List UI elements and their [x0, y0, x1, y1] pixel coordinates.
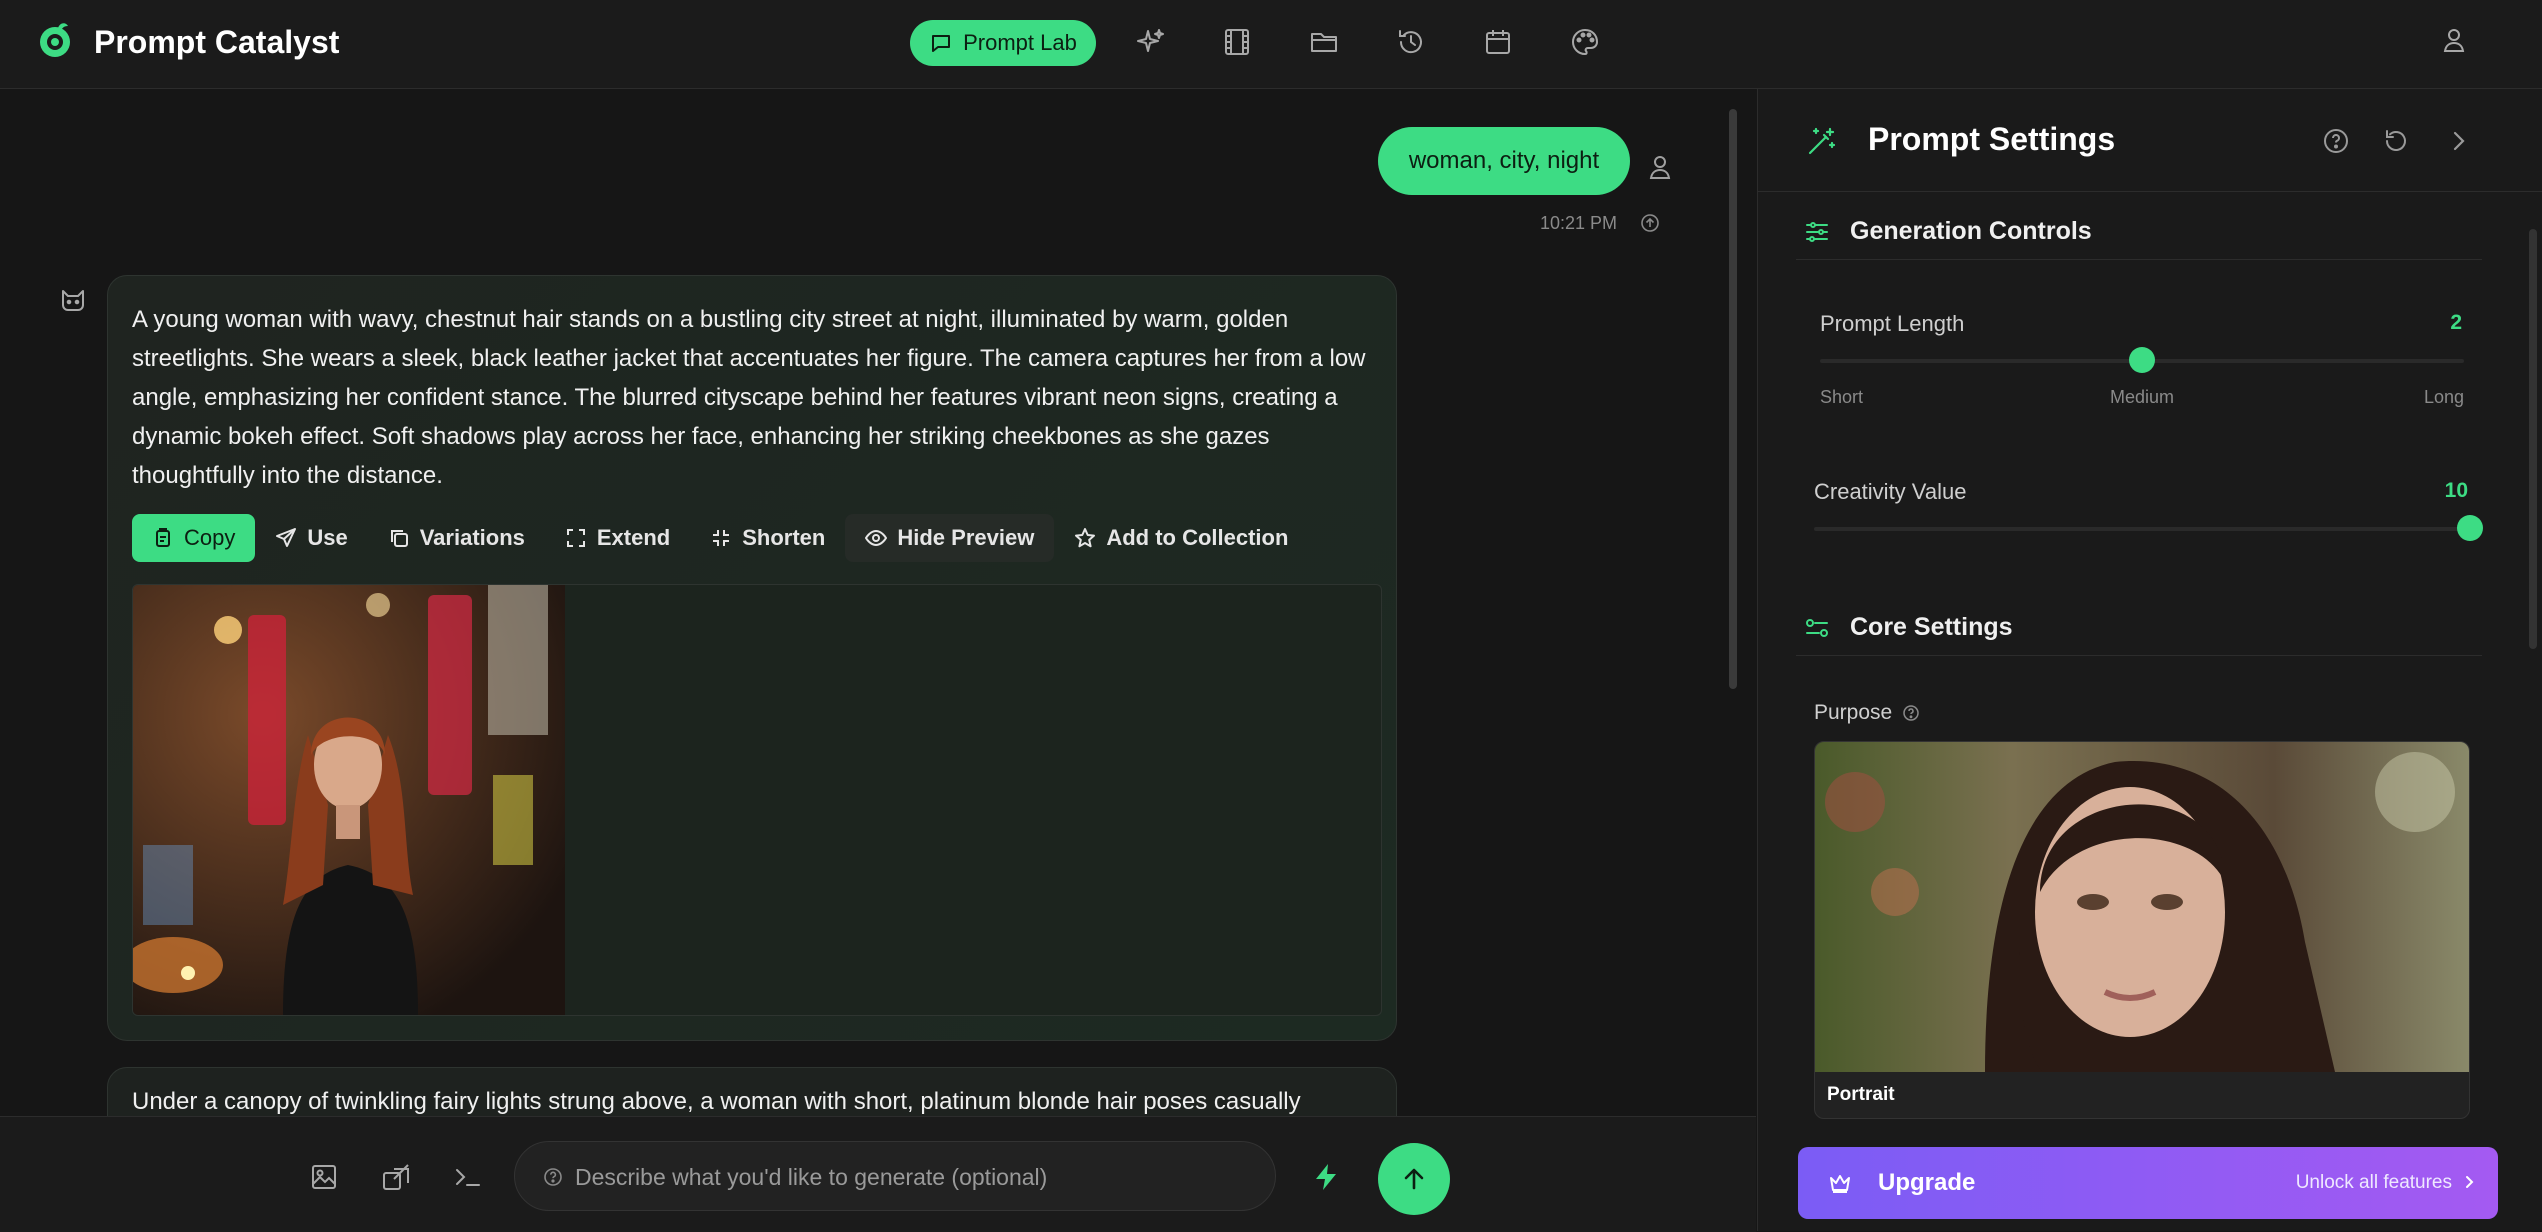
prompt-length-tick-long: Long: [2423, 387, 2464, 407]
shrink-icon: [710, 527, 732, 549]
upgrade-label: Upgrade: [1878, 1169, 1976, 1196]
eye-icon: [865, 527, 888, 549]
purpose-option-card[interactable]: Portrait: [1814, 741, 2470, 1119]
copy-button[interactable]: Copy: [132, 514, 256, 562]
portrait-thumbnail: [1815, 742, 2469, 1072]
variations-button[interactable]: Variations: [368, 514, 545, 562]
chevron-right-icon[interactable]: [2444, 127, 2472, 155]
core-settings-title: Core Settings: [1850, 613, 2013, 641]
user-icon[interactable]: [2438, 24, 2470, 56]
chevron-right-icon: [2460, 1173, 2478, 1191]
info-icon[interactable]: [1902, 704, 1920, 722]
clipboard-icon: [152, 527, 174, 549]
generated-image[interactable]: [133, 585, 565, 1015]
prompt-settings-panel: Prompt Settings Generation Controls Prom…: [1757, 89, 2542, 1231]
hide-preview-label: Hide Preview: [897, 525, 1035, 550]
sparkles-icon[interactable]: [1134, 26, 1166, 58]
creativity-value: 10: [2444, 479, 2468, 502]
expand-icon: [565, 527, 587, 549]
core-settings-header[interactable]: Core Settings: [1796, 603, 2482, 656]
folder-icon[interactable]: [1308, 26, 1340, 58]
purpose-option-label: Portrait: [1827, 1084, 1895, 1105]
extend-label: Extend: [596, 525, 671, 550]
add-to-collection-button[interactable]: Add to Collection: [1054, 514, 1308, 562]
star-icon: [1074, 527, 1096, 549]
arrow-up-circle-icon[interactable]: [1640, 213, 1660, 233]
purpose-label: Purpose: [1814, 701, 1920, 725]
user-avatar-icon: [1644, 151, 1676, 183]
user-message-bubble: woman, city, night: [1378, 127, 1630, 195]
arrow-up-icon: [1400, 1165, 1428, 1193]
message-timestamp: 10:21 PM: [1540, 213, 1618, 233]
sliders-icon: [1804, 219, 1830, 245]
app-title: Prompt Catalyst: [94, 24, 340, 60]
upgrade-button[interactable]: Upgrade Unlock all features: [1798, 1147, 2498, 1219]
composer-bar: [0, 1116, 1756, 1232]
response-actions: Copy Use Variations Extend Shorten Hide …: [132, 514, 1308, 562]
history-icon[interactable]: [1395, 26, 1427, 58]
prompt-length-label: Prompt Length: [1820, 311, 1965, 336]
send-icon: [275, 527, 297, 549]
copy-stack-icon: [388, 527, 410, 549]
image-upload-icon[interactable]: [309, 1161, 341, 1193]
crown-icon: [1828, 1171, 1852, 1195]
share-box-icon[interactable]: [380, 1161, 412, 1193]
variations-label: Variations: [419, 525, 525, 550]
panel-header: Prompt Settings: [1758, 89, 2542, 192]
hide-preview-button[interactable]: Hide Preview: [845, 514, 1055, 562]
reset-icon[interactable]: [2382, 127, 2410, 155]
nav-prompt-lab-label: Prompt Lab: [963, 30, 1077, 55]
extend-button[interactable]: Extend: [545, 514, 690, 562]
prompt-length-tick-short: Short: [1820, 387, 1864, 407]
help-circle-icon: [543, 1167, 563, 1187]
panel-scrollbar[interactable]: [2529, 229, 2537, 649]
chat-scrollbar[interactable]: [1729, 109, 1737, 689]
creativity-track[interactable]: [1814, 527, 2470, 531]
response-card: A young woman with wavy, chestnut hair s…: [107, 275, 1397, 1041]
generation-controls-header[interactable]: Generation Controls: [1796, 207, 2482, 260]
bot-avatar-icon: [58, 285, 88, 315]
creativity-label: Creativity Value: [1814, 479, 1967, 504]
shorten-label: Shorten: [742, 525, 826, 550]
use-label: Use: [307, 525, 348, 550]
calendar-icon[interactable]: [1482, 26, 1514, 58]
response-text: A young woman with wavy, chestnut hair s…: [132, 306, 1366, 489]
generation-controls-title: Generation Controls: [1850, 217, 2092, 245]
image-preview: [132, 584, 1382, 1016]
add-to-collection-label: Add to Collection: [1106, 525, 1289, 550]
app-logo-icon[interactable]: [36, 20, 76, 60]
terminal-icon[interactable]: [452, 1161, 484, 1193]
purpose-label-text: Purpose: [1814, 701, 1893, 724]
upgrade-sub-label: Unlock all features: [2295, 1172, 2452, 1193]
copy-label: Copy: [184, 525, 236, 550]
panel-title: Prompt Settings: [1868, 121, 2116, 157]
prompt-length-tick-medium: Medium: [2109, 387, 2175, 407]
nav-prompt-lab[interactable]: Prompt Lab: [910, 20, 1096, 66]
film-icon[interactable]: [1221, 26, 1253, 58]
response-card-2: Under a canopy of twinkling fairy lights…: [107, 1067, 1397, 1116]
settings-toggle-icon: [1804, 615, 1830, 641]
magic-wand-icon: [1806, 125, 1838, 157]
send-button[interactable]: [1378, 1143, 1450, 1215]
use-button[interactable]: Use: [255, 514, 367, 562]
lightning-icon[interactable]: [1310, 1161, 1342, 1193]
chat-area[interactable]: woman, city, night 10:21 PM A young woma…: [0, 89, 1756, 1116]
palette-icon[interactable]: [1569, 26, 1601, 58]
top-bar: Prompt Catalyst Prompt Lab: [0, 0, 2542, 89]
shorten-button[interactable]: Shorten: [690, 514, 845, 562]
creativity-slider-handle[interactable]: [2457, 515, 2483, 541]
response-text-2: Under a canopy of twinkling fairy lights…: [132, 1088, 1301, 1115]
help-icon[interactable]: [2322, 127, 2350, 155]
prompt-input-box: [514, 1141, 1276, 1212]
prompt-input[interactable]: [573, 1142, 1267, 1212]
chat-bubble-icon: [929, 31, 953, 55]
prompt-length-value: 2: [2450, 311, 2462, 334]
prompt-length-slider-handle[interactable]: [2129, 347, 2155, 373]
